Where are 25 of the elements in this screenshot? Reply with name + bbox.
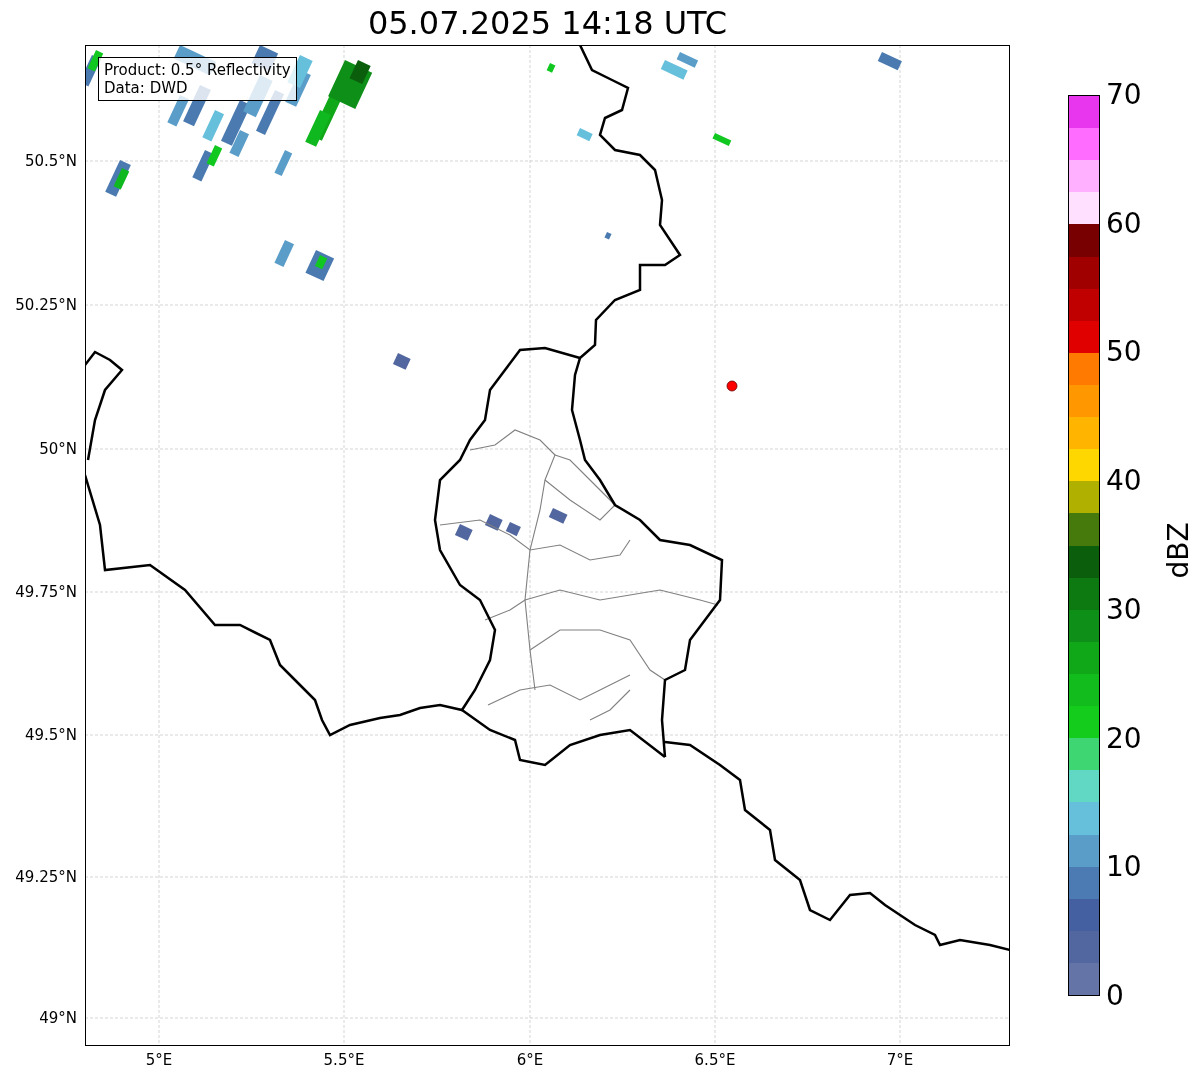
info-text: Data: DWD xyxy=(104,79,189,97)
colorbar-tick-label: 40 xyxy=(1106,465,1142,498)
longitude-label: 6°E xyxy=(515,1051,545,1069)
colorbar-tick-label: 60 xyxy=(1106,207,1142,240)
latitude-label: 50.25°N xyxy=(15,296,77,314)
plot-title: 05.07.2025 14:18 UTC xyxy=(367,6,728,39)
latitude-label: 49°N xyxy=(39,1009,77,1027)
latitude-label: 49.75°N xyxy=(15,583,77,601)
colorbar-tick-label: 30 xyxy=(1106,593,1142,626)
info-text: Product: 0.5° Reflectivity xyxy=(104,61,291,79)
longitude-label: 5.5°E xyxy=(322,1051,366,1069)
latitude-label: 49.25°N xyxy=(15,868,77,886)
longitude-label: 6.5°E xyxy=(693,1051,737,1069)
colorbar-tick-label: 0 xyxy=(1106,980,1124,1012)
colorbar-label: dBZ xyxy=(1161,521,1195,579)
latitude-label: 49.5°N xyxy=(24,726,77,744)
colorbar-tick-label: 50 xyxy=(1106,336,1142,369)
colorbar-tick-label: 70 xyxy=(1106,79,1142,111)
latitude-label: 50.5°N xyxy=(24,152,77,170)
longitude-label: 7°E xyxy=(885,1051,915,1069)
colorbar-tick-label: 10 xyxy=(1106,851,1142,884)
longitude-label: 5°E xyxy=(144,1051,174,1069)
location-marker xyxy=(726,380,738,392)
colorbar-tick-label: 20 xyxy=(1106,722,1142,755)
latitude-label: 50°N xyxy=(39,440,77,458)
